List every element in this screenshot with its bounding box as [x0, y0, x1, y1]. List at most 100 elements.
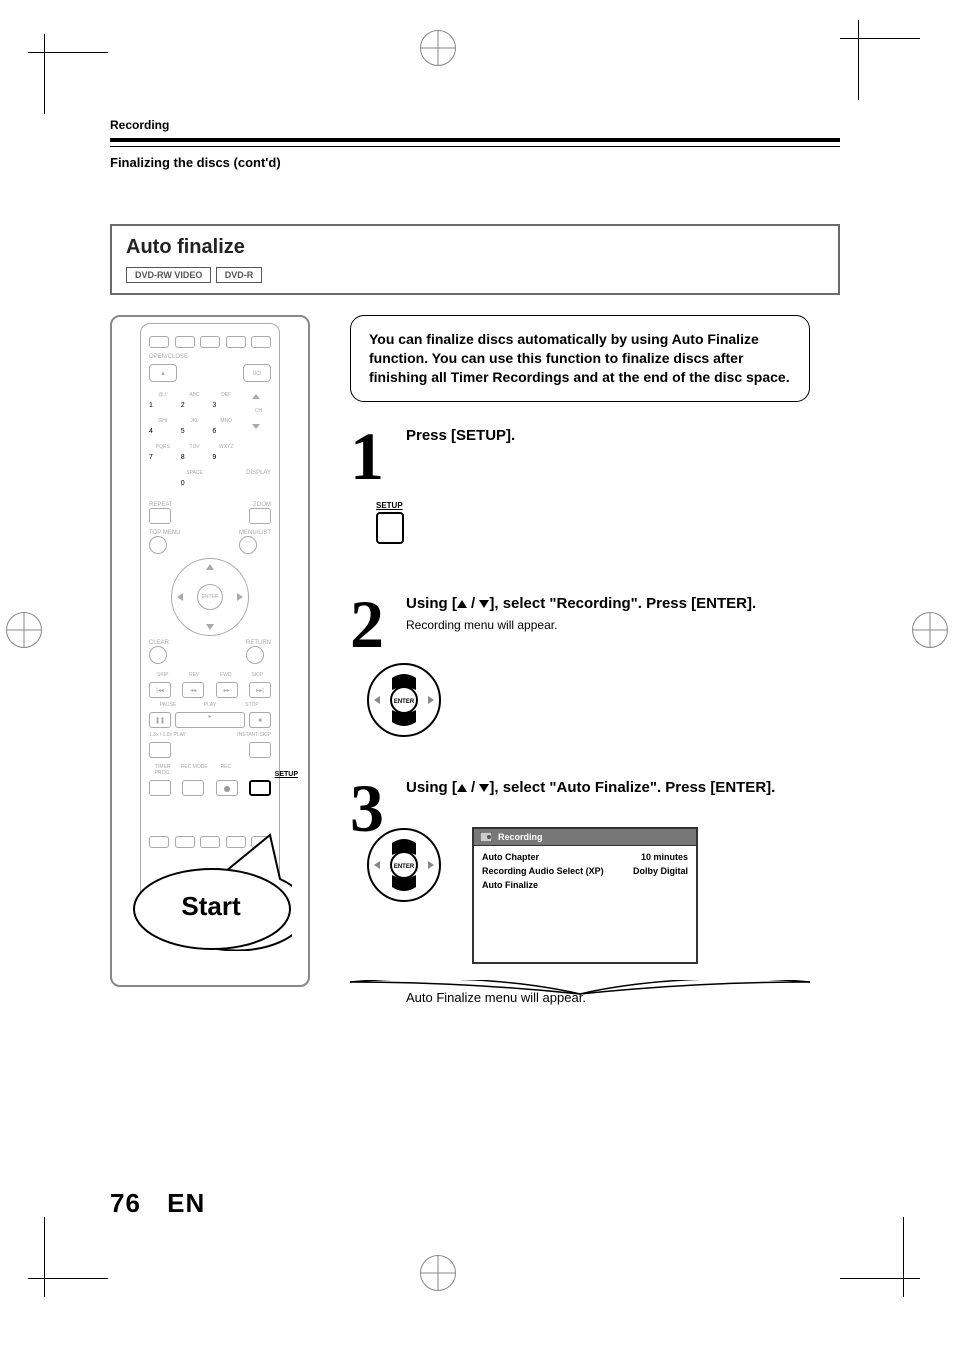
step-1-title: Press [SETUP].: [406, 426, 810, 446]
key-5: 5: [181, 424, 209, 440]
stop-button: ■: [249, 712, 271, 728]
speed-play-label: 1.3x / 0.8x PLAY: [149, 732, 186, 738]
dpad-up-icon: [206, 564, 214, 570]
menu-value: Dolby Digital: [633, 866, 688, 876]
page-number: 76: [110, 1188, 141, 1218]
pause-label: PAUSE: [149, 702, 187, 708]
menu-row: Auto Finalize: [482, 878, 688, 892]
menu-value: 10 minutes: [641, 852, 688, 862]
rec-mode-button: [182, 780, 204, 796]
crop-mark: [44, 1217, 45, 1297]
dpad-right-icon: [237, 593, 243, 601]
menu-key: Auto Chapter: [482, 852, 539, 862]
open-close-button: ▲: [149, 364, 177, 382]
remote-led-icon: [149, 336, 169, 348]
key-1: 1: [149, 398, 177, 414]
setup-callout-label: SETUP: [275, 771, 298, 778]
crop-mark: [28, 52, 108, 53]
topmenu-label: TOP MENU: [149, 530, 180, 536]
dpad-illustration: ENTER: [366, 827, 442, 903]
svg-text:ENTER: ENTER: [394, 699, 415, 705]
topmenu-button: [149, 536, 167, 554]
key-8: 8: [181, 450, 209, 466]
dpad-down-icon: [206, 624, 214, 630]
menu-row: Auto Chapter 10 minutes: [482, 850, 688, 864]
start-callout-text: Start: [130, 891, 292, 922]
registration-cross-icon: [912, 612, 948, 648]
step-3-pre: Using [: [406, 779, 457, 796]
remote-led-icon: [200, 336, 220, 348]
display-button: [246, 480, 266, 496]
feature-heading-box: Auto finalize DVD-RW VIDEO DVD-R: [110, 224, 840, 295]
down-arrow-icon: [479, 600, 489, 608]
instant-skip-label: INSTANT SKIP: [237, 732, 271, 738]
up-arrow-icon: [457, 600, 467, 608]
step-3-mid: /: [467, 779, 480, 796]
menulist-label: MENU/LIST: [239, 530, 271, 536]
section-label: Recording: [110, 118, 840, 138]
setup-button-illustration: SETUP: [376, 501, 810, 544]
rev-label: REV: [181, 672, 209, 678]
dpad-illustration: ENTER: [366, 662, 810, 738]
menulist-button: [239, 536, 257, 554]
stop-label: STOP: [233, 702, 271, 708]
crop-mark: [858, 20, 859, 100]
crop-mark: [840, 38, 920, 39]
crop-mark: [28, 1278, 108, 1279]
steps-column: You can finalize discs automatically by …: [350, 315, 810, 1005]
key-6: 6: [212, 424, 240, 440]
divider-thin: [110, 146, 840, 147]
menu-row: Recording Audio Select (XP)Dolby Digital: [482, 864, 688, 878]
up-arrow-icon: [457, 784, 467, 792]
zoom-button: [249, 508, 271, 524]
svg-text:ENTER: ENTER: [394, 864, 415, 870]
open-close-label: OPEN/CLOSE: [149, 354, 271, 360]
registration-cross-icon: [6, 612, 42, 648]
badge-dvd-r: DVD-R: [216, 267, 263, 283]
timer-label: TIMER PROG.: [149, 764, 177, 776]
zoom-label: ZOOM: [249, 502, 271, 508]
remote-led-icon: [226, 336, 246, 348]
enter-button: ENTER: [197, 584, 223, 610]
skip-next-button: ▸▸|: [249, 682, 271, 698]
key-0: 0: [181, 476, 209, 492]
feature-title: Auto finalize: [126, 236, 824, 259]
recording-menu-box: Recording Auto Chapter 10 minutes Recordi…: [472, 827, 698, 964]
registration-cross-icon: [420, 1255, 456, 1291]
display-label: DISPLAY: [246, 470, 271, 476]
rec-label: REC: [212, 764, 240, 776]
setup-button-highlighted: [249, 780, 271, 796]
step-number: 2: [350, 594, 384, 655]
step-2: 2 Using [ / ], select "Recording". Press…: [350, 594, 810, 738]
skip-label: SKIP: [244, 672, 272, 678]
page-footer: 76 EN: [110, 1188, 205, 1219]
dpad: ENTER: [171, 558, 249, 636]
clear-button: [149, 646, 167, 664]
fwd-label: FWD: [212, 672, 240, 678]
divider-thick: [110, 138, 840, 142]
remote-led-icon: [175, 336, 195, 348]
step-1: 1 Press [SETUP]. SETUP: [350, 426, 810, 545]
remote-illustration: OPEN/CLOSE ▲ I/⏻ @./:ABCDEF 1 2: [110, 315, 320, 987]
key-3: 3: [212, 398, 240, 414]
registration-cross-icon: [420, 30, 456, 66]
return-label: RETURN: [246, 640, 271, 646]
channel-rocker: CH DISPLAY: [246, 388, 271, 496]
rev-button: ◂◂: [182, 682, 204, 698]
step-number: 1: [350, 426, 384, 487]
key-9: 9: [212, 450, 240, 466]
step-3: 3 Using [ / ], select "Auto Finalize". P…: [350, 778, 810, 1006]
menu-key: Auto Finalize: [482, 880, 538, 890]
intro-text: You can finalize discs automatically by …: [350, 315, 810, 402]
clear-label: CLEAR: [149, 640, 169, 646]
speed-play-button: [149, 742, 171, 758]
play-button: ▸: [175, 712, 245, 728]
menu-icon: [480, 832, 492, 842]
channel-down-button: [246, 418, 266, 434]
menu-title: Recording: [498, 832, 543, 842]
step-3-title: Using [ / ], select "Auto Finalize". Pre…: [406, 778, 810, 798]
key-2: 2: [181, 398, 209, 414]
skip-label: SKIP: [149, 672, 177, 678]
disc-badges: DVD-RW VIDEO DVD-R: [126, 265, 824, 283]
crop-mark: [44, 34, 45, 114]
